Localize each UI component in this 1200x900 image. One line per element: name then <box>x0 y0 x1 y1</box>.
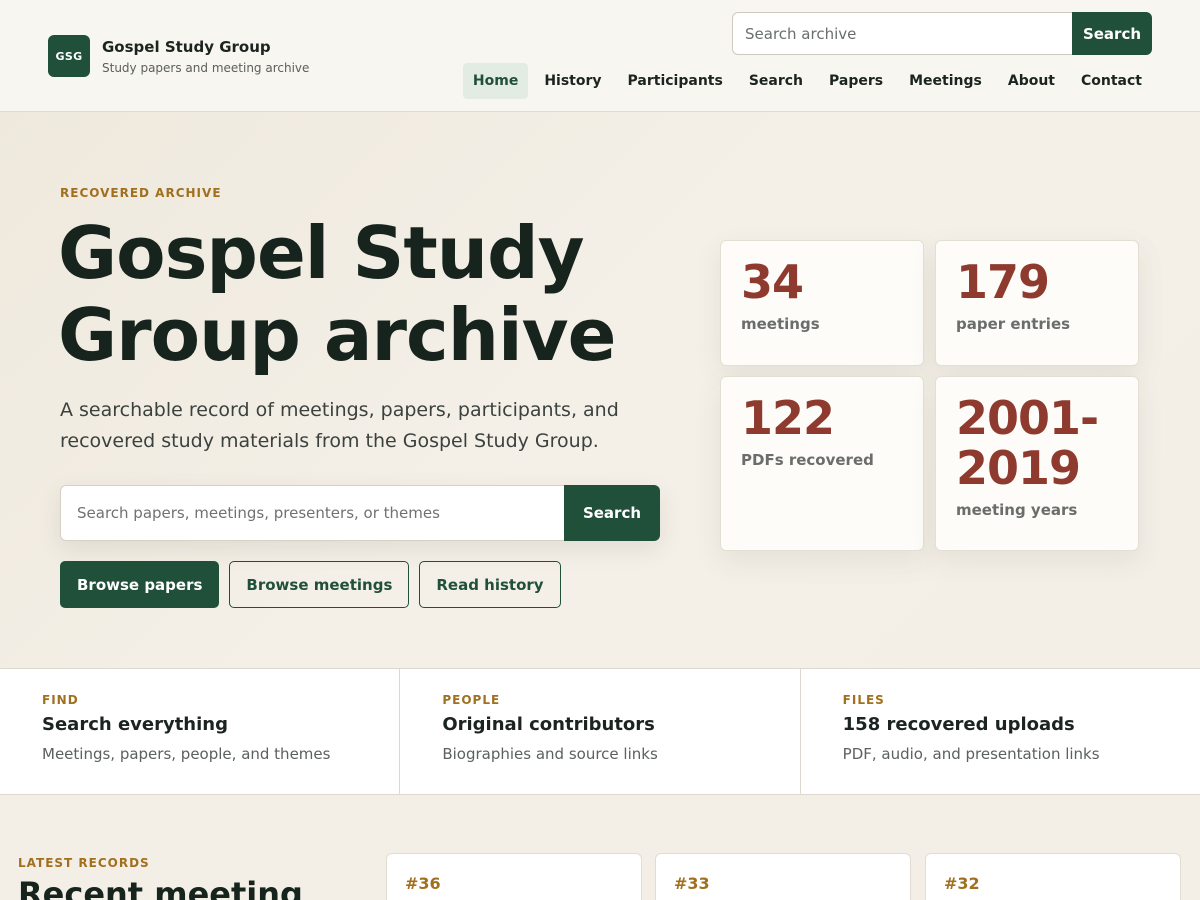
brand-name[interactable]: Gospel Study Group <box>102 37 309 57</box>
feature-eyebrow: PEOPLE <box>442 693 501 707</box>
feature-title: Original contributors <box>442 714 655 735</box>
stat-value: 34 <box>741 255 804 309</box>
hero-section: RECOVERED ARCHIVE Gospel Study Group arc… <box>0 112 1200 668</box>
hero-subtitle: A searchable record of meetings, papers,… <box>60 399 619 452</box>
stat-value: 122 <box>741 391 835 445</box>
record-card[interactable]: #32 <box>925 853 1181 900</box>
record-card[interactable]: #36 <box>386 853 642 900</box>
hero-search-form: Search <box>60 485 660 541</box>
nav-item-papers[interactable]: Papers <box>819 63 893 99</box>
feature-files[interactable]: FILES 158 recovered uploads PDF, audio, … <box>801 669 1200 794</box>
feature-title: 158 recovered uploads <box>842 714 1075 735</box>
latest-eyebrow: LATEST RECORDS <box>18 856 150 870</box>
header-search-button[interactable]: Search <box>1072 12 1152 55</box>
browse-papers-button[interactable]: Browse papers <box>60 561 220 608</box>
stat-card-papers: 179 paper entries <box>935 240 1139 366</box>
nav-item-home[interactable]: Home <box>462 63 529 99</box>
brand-text: Gospel Study Group Study papers and meet… <box>102 37 309 76</box>
nav-item-meetings[interactable]: Meetings <box>899 63 992 99</box>
nav-item-history[interactable]: History <box>534 63 611 99</box>
feature-title: Search everything <box>42 714 228 735</box>
record-number: #32 <box>944 874 980 893</box>
header-search-input[interactable] <box>732 12 1072 55</box>
latest-records-section: LATEST RECORDS Recent meeting #36 #33 #3… <box>0 795 1200 900</box>
stat-value: 2001-2019 <box>956 391 1099 495</box>
features-strip: FIND Search everything Meetings, papers,… <box>0 668 1200 795</box>
stat-label: PDFs recovered <box>741 451 874 469</box>
hero-title: Gospel Study Group archive <box>58 211 616 377</box>
record-card[interactable]: #33 <box>655 853 911 900</box>
nav-item-about[interactable]: About <box>998 63 1065 99</box>
brand-tagline: Study papers and meeting archive <box>102 60 310 75</box>
main-nav: Home History Participants Search Papers … <box>457 63 1152 99</box>
nav-item-participants[interactable]: Participants <box>618 63 733 99</box>
stat-card-years: 2001-2019 meeting years <box>935 376 1139 551</box>
feature-people[interactable]: PEOPLE Original contributors Biographies… <box>400 669 801 794</box>
read-history-button[interactable]: Read history <box>419 561 561 608</box>
stat-card-pdfs: 122 PDFs recovered <box>720 376 924 551</box>
stat-value: 179 <box>956 255 1050 309</box>
stat-card-meetings: 34 meetings <box>720 240 924 366</box>
brand[interactable]: GSG Gospel Study Group Study papers and … <box>48 35 309 77</box>
hero-search-button[interactable]: Search <box>564 485 660 541</box>
record-number: #36 <box>405 874 441 893</box>
record-number: #33 <box>674 874 710 893</box>
header-search-form: Search <box>732 12 1152 55</box>
feature-eyebrow: FILES <box>842 693 885 707</box>
site-header: GSG Gospel Study Group Study papers and … <box>0 0 1200 112</box>
stat-label: meetings <box>741 315 820 333</box>
hero-eyebrow: RECOVERED ARCHIVE <box>60 186 222 200</box>
feature-find[interactable]: FIND Search everything Meetings, papers,… <box>0 669 401 794</box>
latest-title: Recent meeting <box>18 875 303 900</box>
stat-label: meeting years <box>956 501 1078 519</box>
feature-desc: Meetings, papers, people, and themes <box>42 745 331 763</box>
nav-item-search[interactable]: Search <box>739 63 813 99</box>
feature-desc: Biographies and source links <box>442 745 658 763</box>
hero-actions: Browse papers Browse meetings Read histo… <box>60 561 561 608</box>
nav-item-contact[interactable]: Contact <box>1071 63 1152 99</box>
feature-desc: PDF, audio, and presentation links <box>842 745 1100 763</box>
feature-eyebrow: FIND <box>42 693 79 707</box>
hero-search-input[interactable] <box>60 485 564 541</box>
browse-meetings-button[interactable]: Browse meetings <box>229 561 410 608</box>
stat-label: paper entries <box>956 315 1071 333</box>
brand-logo[interactable]: GSG <box>48 35 90 77</box>
